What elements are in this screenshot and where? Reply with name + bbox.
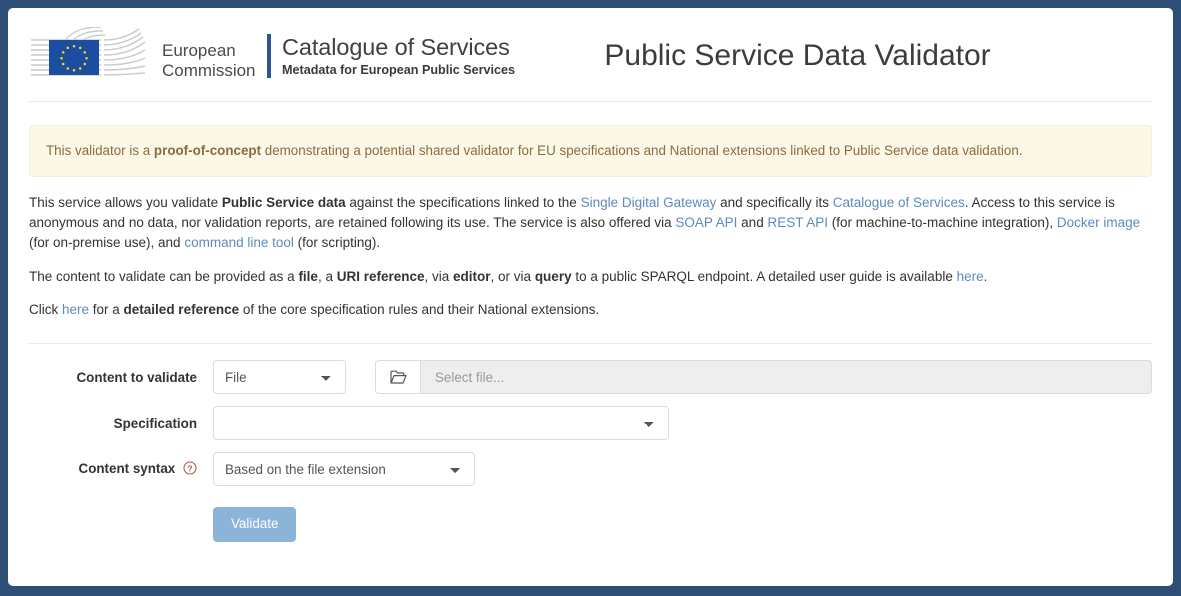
site-header: European Commission Catalogue of Service… <box>29 8 1152 101</box>
p2-s6: . <box>983 268 988 284</box>
p2-b3: editor <box>453 268 491 284</box>
catalogue-brand: Catalogue of Services Metadata for Europ… <box>282 34 515 79</box>
label-content-syntax: Content syntax ? <box>29 461 213 477</box>
validate-button[interactable]: Validate <box>213 507 297 542</box>
page-container: European Commission Catalogue of Service… <box>8 8 1173 586</box>
link-rest-api[interactable]: REST API <box>767 215 828 230</box>
browser-window: European Commission Catalogue of Service… <box>0 0 1181 596</box>
link-soap-api[interactable]: SOAP API <box>675 215 737 230</box>
p2-s5: to a public SPARQL endpoint. A detailed … <box>571 268 957 284</box>
p2-b4: query <box>534 268 572 284</box>
row-specification: Specification <box>29 406 1152 441</box>
intro-paragraph-2: The content to validate can be provided … <box>29 267 1152 287</box>
p3-s3: of the core specification rules and thei… <box>239 302 600 318</box>
p1-s7: (for on-premise use), and <box>29 234 185 250</box>
proof-of-concept-alert: This validator is a proof-of-concept dem… <box>29 125 1152 178</box>
p1-s2: against the specifications linked to the <box>345 195 581 211</box>
alert-bold: proof-of-concept <box>153 143 262 158</box>
label-content-to-validate: Content to validate <box>76 369 197 385</box>
file-name-display[interactable]: Select file... <box>420 360 1152 395</box>
content-to-validate-select[interactable]: File <box>213 360 346 395</box>
p2-s1: The content to validate can be provided … <box>29 268 299 284</box>
p1-s5: and <box>737 214 768 230</box>
p2-s4: , or via <box>490 268 535 284</box>
p3-s1: Click <box>29 302 62 318</box>
p2-b1: file <box>298 268 318 284</box>
p3-s2: for a <box>89 302 124 318</box>
p3-b1: detailed reference <box>123 302 240 318</box>
label-content-syntax-text: Content syntax <box>78 461 176 477</box>
svg-text:?: ? <box>187 464 192 474</box>
header-divider <box>29 101 1152 102</box>
row-content-to-validate: Content to validate File Select file... <box>29 360 1152 395</box>
logo-line2: Commission <box>162 61 256 80</box>
link-user-guide-here[interactable]: here <box>957 269 984 284</box>
catalogue-subtitle: Metadata for European Public Services <box>282 62 516 77</box>
link-catalogue-of-services[interactable]: Catalogue of Services <box>833 195 965 210</box>
question-circle-icon[interactable]: ? <box>183 461 197 477</box>
intro-paragraph-3: Click here for a detailed reference of t… <box>29 300 1152 320</box>
european-commission-logo: European Commission <box>31 26 256 80</box>
page-title: Public Service Data Validator <box>604 38 991 72</box>
alert-text-before: This validator is a <box>46 143 154 158</box>
link-command-line-tool[interactable]: command line tool <box>184 235 294 250</box>
content-syntax-select[interactable]: Based on the file extension <box>213 452 475 487</box>
folder-open-icon <box>389 370 407 384</box>
link-detailed-reference-here[interactable]: here <box>62 302 89 317</box>
link-single-digital-gateway[interactable]: Single Digital Gateway <box>581 195 717 210</box>
brand-block: European Commission Catalogue of Service… <box>29 26 515 85</box>
p2-s2: , a <box>317 268 337 284</box>
p1-s1: This service allows you validate <box>29 195 222 211</box>
intro-paragraph-1: This service allows you validate Public … <box>29 193 1152 253</box>
p1-s6: (for machine-to-machine integration), <box>827 214 1057 230</box>
p1-b1: Public Service data <box>221 195 346 211</box>
logo-line1: European <box>162 41 236 60</box>
alert-text-after: demonstrating a potential shared validat… <box>261 143 1023 158</box>
brand-separator <box>267 33 271 78</box>
file-input-group: Select file... <box>375 360 1152 395</box>
p2-b2: URI reference <box>336 268 425 284</box>
p1-s3: and specifically its <box>716 195 833 211</box>
catalogue-title: Catalogue of Services <box>282 33 510 60</box>
browse-file-button[interactable] <box>375 360 420 395</box>
p1-s8: (for scripting). <box>293 234 381 250</box>
specification-select[interactable] <box>213 406 669 441</box>
validation-form: Content to validate File Select file... … <box>29 344 1152 542</box>
p2-s3: , via <box>424 268 454 284</box>
link-docker-image[interactable]: Docker image <box>1057 215 1140 230</box>
form-actions: Validate <box>29 507 1152 542</box>
row-content-syntax: Content syntax ? Based on the file exten… <box>29 452 1152 487</box>
label-specification: Specification <box>113 415 197 431</box>
